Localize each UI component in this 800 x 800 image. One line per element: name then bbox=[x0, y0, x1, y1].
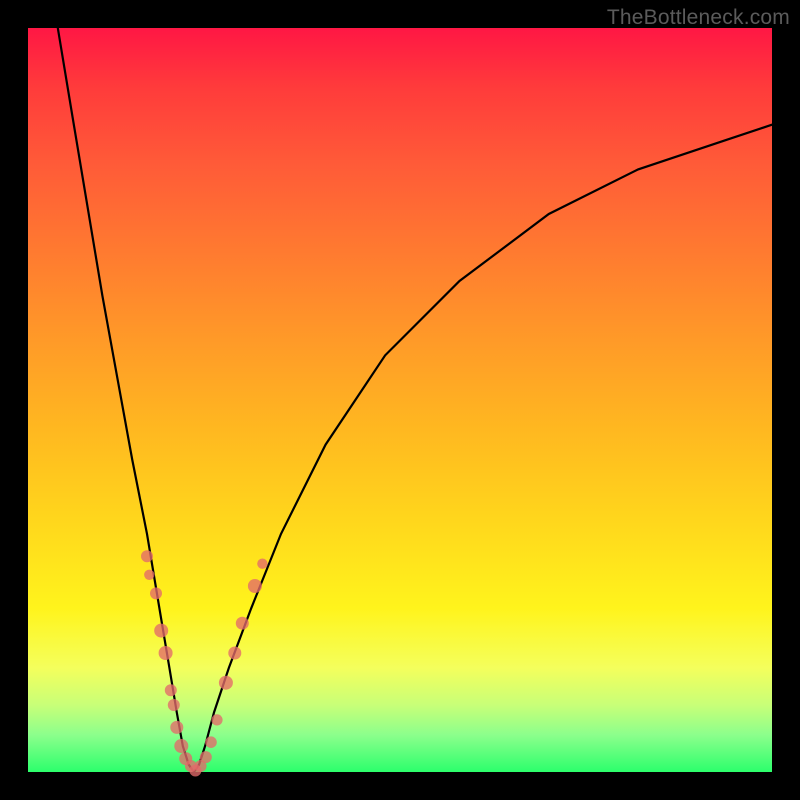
curve-marker bbox=[141, 550, 153, 562]
curve-marker bbox=[257, 559, 267, 569]
bottleneck-curve bbox=[58, 28, 772, 772]
bottleneck-chart-svg bbox=[28, 28, 772, 772]
curve-marker bbox=[144, 570, 154, 580]
curve-marker bbox=[165, 684, 177, 696]
curve-marker bbox=[219, 676, 233, 690]
curve-marker bbox=[236, 617, 249, 630]
curve-marker bbox=[150, 587, 162, 599]
chart-plot-area bbox=[28, 28, 772, 772]
curve-marker bbox=[228, 647, 241, 660]
curve-marker bbox=[159, 646, 173, 660]
curve-marker bbox=[170, 721, 183, 734]
watermark-text: TheBottleneck.com bbox=[607, 6, 790, 30]
curve-marker bbox=[205, 736, 217, 748]
curve-marker bbox=[174, 739, 188, 753]
curve-marker bbox=[168, 699, 180, 711]
curve-marker bbox=[154, 624, 168, 638]
curve-marker bbox=[248, 579, 262, 593]
curve-marker bbox=[200, 751, 212, 763]
curve-markers-group bbox=[141, 550, 268, 776]
curve-marker bbox=[211, 714, 222, 725]
